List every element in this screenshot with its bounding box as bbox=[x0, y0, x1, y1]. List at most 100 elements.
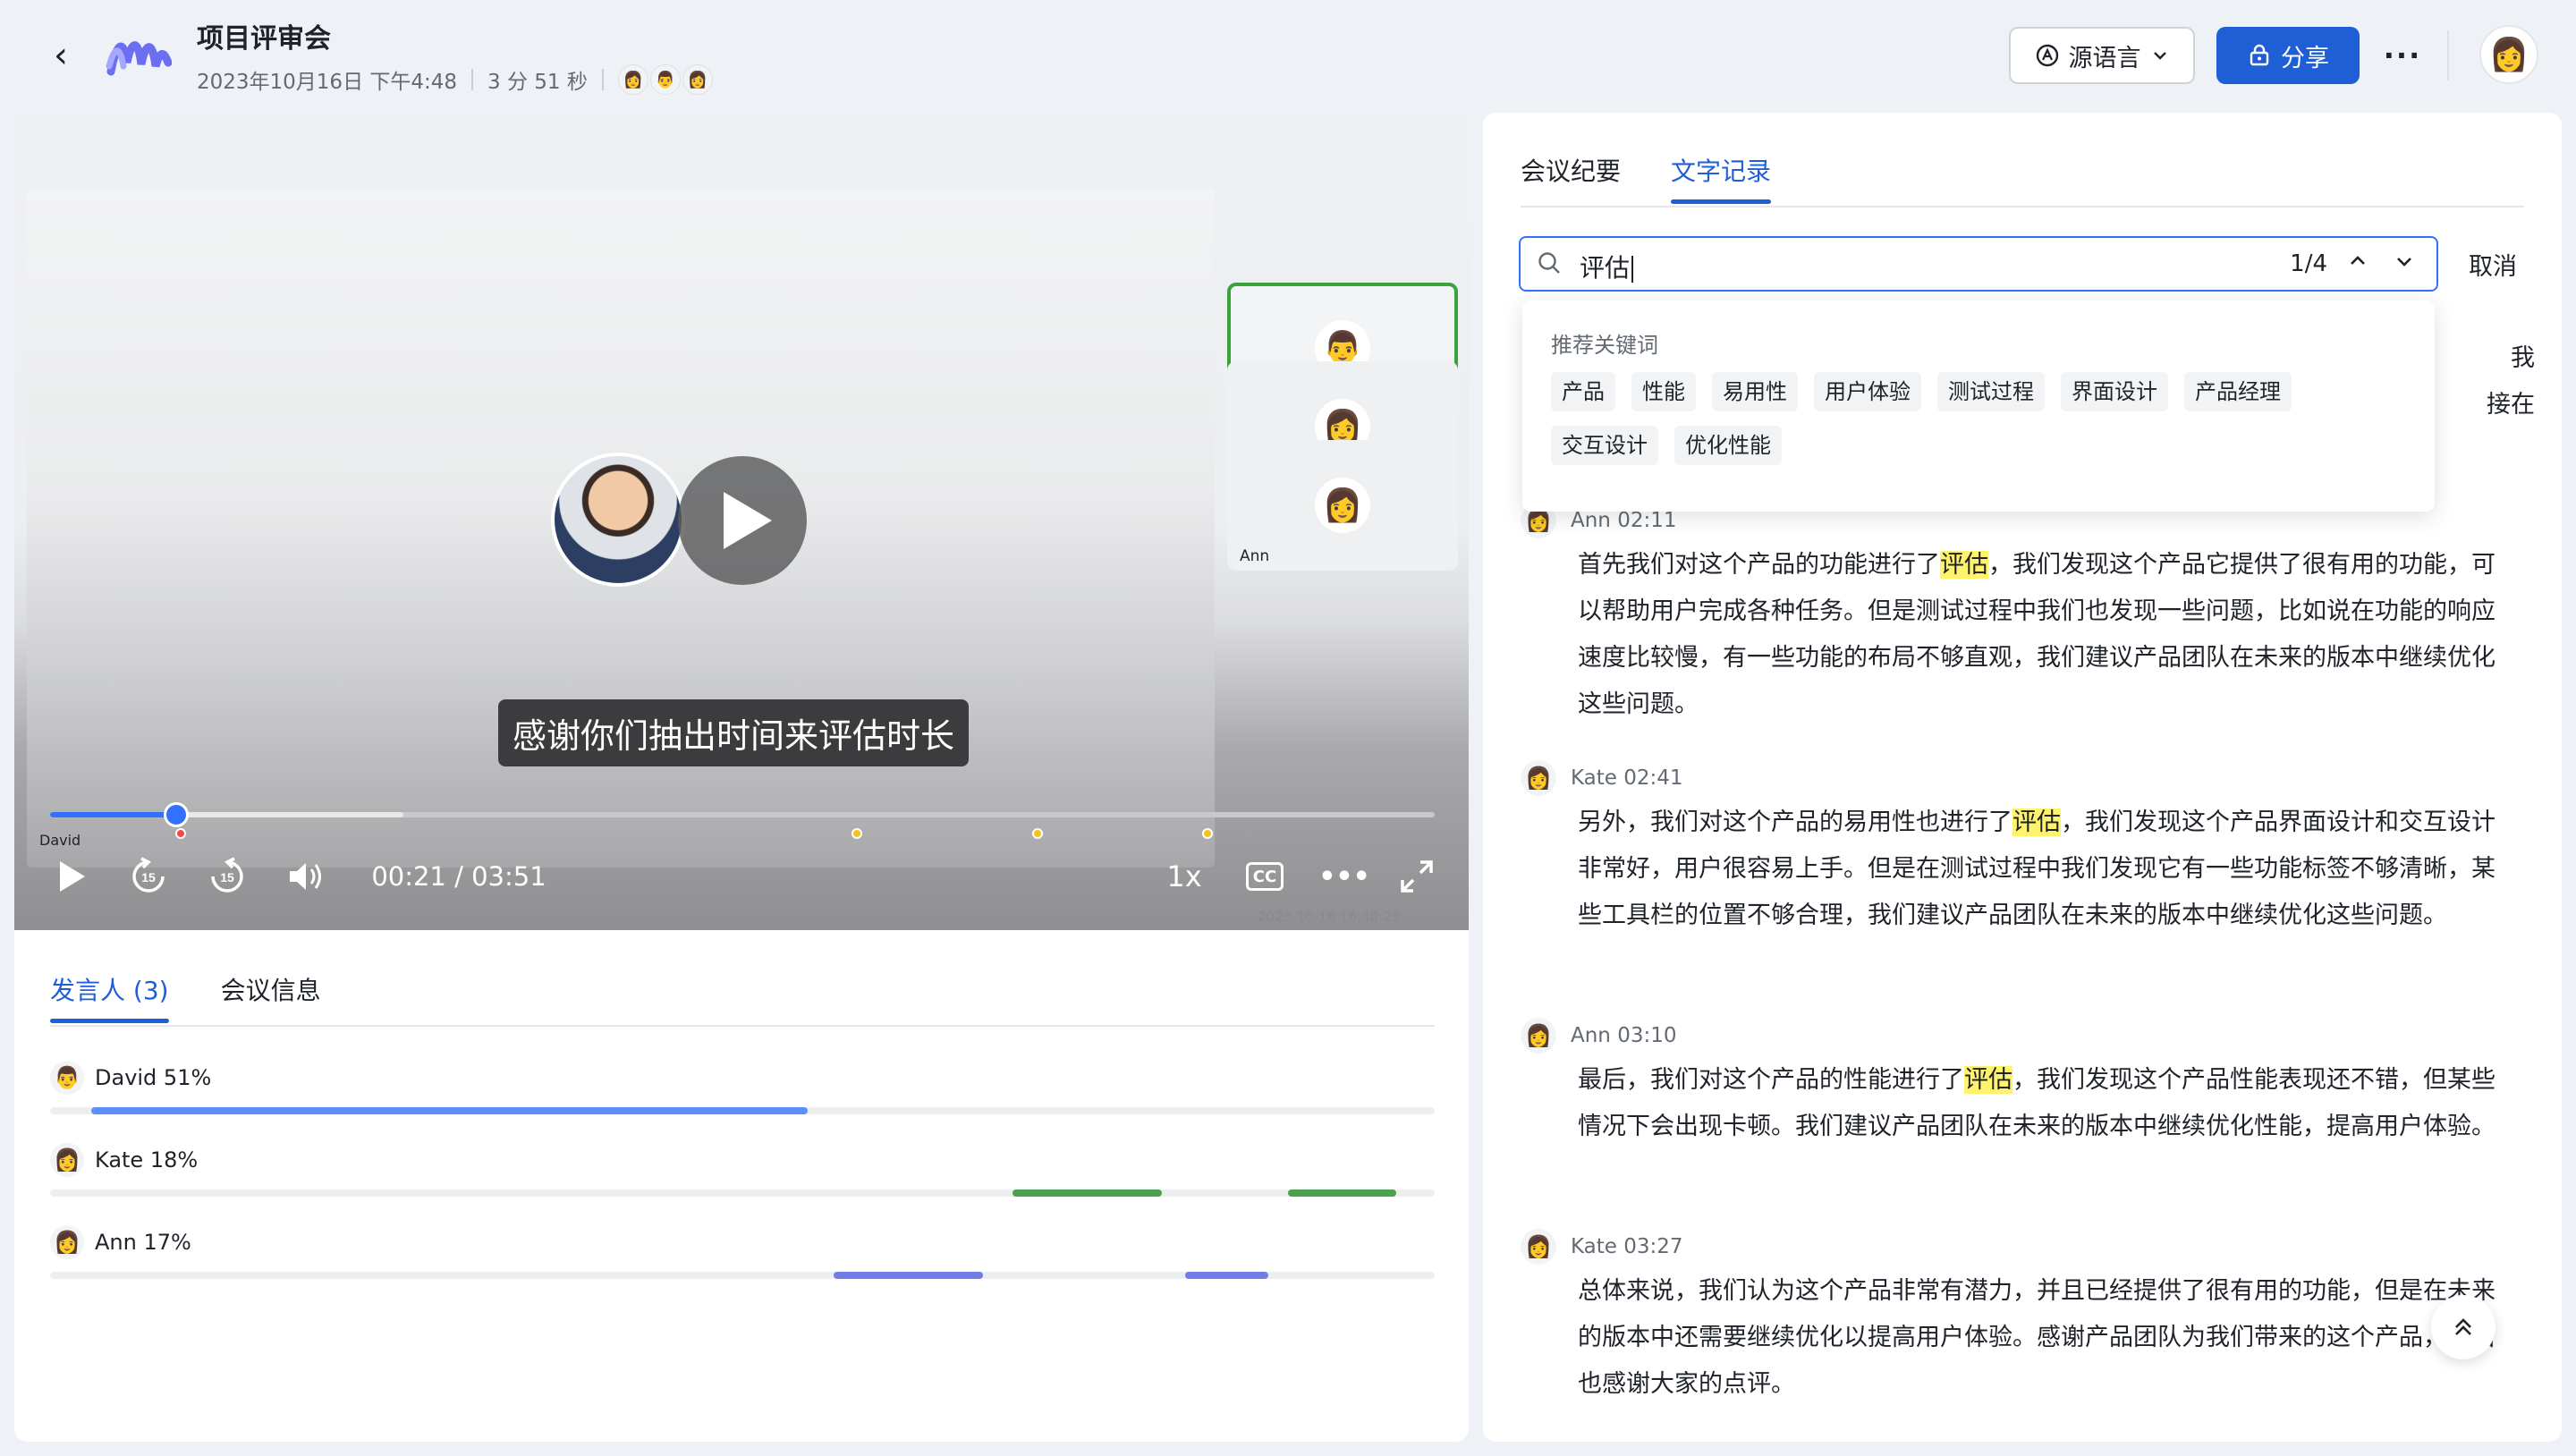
tab-first[interactable]: 发言人 (3) bbox=[50, 971, 169, 1023]
more-options-button[interactable]: ··· bbox=[2379, 32, 2426, 79]
speaker-time: Kate 03:27 bbox=[1571, 1235, 1683, 1258]
timeline-marker[interactable] bbox=[1031, 828, 1043, 839]
transcript-search-input[interactable]: 评估 1/4 bbox=[1519, 236, 2438, 292]
translate-icon bbox=[2036, 44, 2058, 67]
volume-icon bbox=[290, 863, 321, 890]
man-avatar-icon: 👨 bbox=[649, 64, 681, 95]
scroll-to-top-button[interactable] bbox=[2431, 1295, 2496, 1359]
speaker-name: Kate bbox=[1571, 766, 1617, 790]
speaker-time: Ann 02:11 bbox=[1571, 509, 1677, 532]
text-before: 首先我们对这个产品的功能进行了 bbox=[1578, 551, 1940, 579]
divider bbox=[2447, 30, 2449, 80]
timestamp[interactable]: 02:41 bbox=[1623, 766, 1682, 790]
meeting-duration: 3 分 51 秒 bbox=[487, 71, 588, 94]
text-before: 总体来说，我们认为这个产品非常有潜力，并且已经提供了很有用的功能，但是在未来的版… bbox=[1578, 1277, 2496, 1398]
keyword-chip[interactable]: 用户体验 bbox=[1814, 372, 1921, 411]
transcript-entry[interactable]: 👩 Ann 03:10 最后，我们对这个产品的性能进行了评估，我们发现这个产品性能表… bbox=[1521, 1018, 2513, 1150]
search-query: 评估 bbox=[1580, 253, 1631, 283]
chevron-up-icon bbox=[2351, 256, 2365, 265]
speaker-label: Ann 17% bbox=[95, 1230, 191, 1255]
speaker-label: Kate 18% bbox=[95, 1147, 199, 1172]
keyword-chip[interactable]: 性能 bbox=[1631, 372, 1696, 411]
cancel-search-button[interactable]: 取消 bbox=[2469, 247, 2517, 282]
speaker-row[interactable]: 👩 Kate 18% bbox=[50, 1143, 1435, 1197]
transcript-text: 另外，我们对这个产品的易用性也进行了评估，我们发现这个产品界面设计和交互设计非常… bbox=[1578, 800, 2513, 939]
svg-text:15: 15 bbox=[141, 870, 156, 885]
volume-button[interactable] bbox=[281, 851, 331, 902]
timestamp[interactable]: 02:11 bbox=[1617, 509, 1676, 532]
speaker-segment[interactable] bbox=[834, 1272, 984, 1279]
speaker-avatar: 👨 bbox=[50, 1061, 84, 1095]
speaker-row[interactable]: 👨 David 51% bbox=[50, 1061, 1435, 1114]
timestamp[interactable]: 03:27 bbox=[1623, 1235, 1682, 1258]
tab-first[interactable]: 会议纪要 bbox=[1521, 152, 1621, 204]
forward-15-icon: 15 bbox=[211, 857, 243, 893]
tab-second[interactable]: 会议信息 bbox=[221, 971, 321, 1023]
timestamp[interactable]: 03:10 bbox=[1617, 1024, 1676, 1047]
progress-handle[interactable] bbox=[163, 802, 189, 827]
video-more-button[interactable]: ••• bbox=[1313, 851, 1376, 902]
transcript-peek-text: 我 bbox=[2511, 344, 2535, 372]
rewind-15-button[interactable]: 15 bbox=[123, 851, 174, 902]
participant-name: Ann bbox=[1240, 547, 1270, 565]
user-avatar[interactable]: 👩 bbox=[2479, 25, 2538, 84]
chevron-down-icon bbox=[2397, 258, 2411, 267]
video-player[interactable]: 感谢你们抽出时间来评估时长 👨David👩Kate👩Ann David 15 1… bbox=[14, 113, 1469, 930]
next-match-button[interactable] bbox=[2388, 247, 2420, 283]
video-watermark: 2023-10-16 16:48:23 bbox=[1258, 909, 1401, 925]
speaker-time: Ann 03:10 bbox=[1571, 1024, 1677, 1047]
keyword-chip[interactable]: 优化性能 bbox=[1674, 426, 1782, 465]
text-before: 另外，我们对这个产品的易用性也进行了 bbox=[1578, 808, 2012, 836]
speaker-avatar: 👩 bbox=[1521, 1229, 1556, 1265]
speaker-row[interactable]: 👩 Ann 17% bbox=[50, 1225, 1435, 1279]
keyword-chip[interactable]: 产品 bbox=[1551, 372, 1615, 411]
time-display: 00:21 / 03:51 bbox=[371, 861, 547, 892]
speaker-header: 👨 David 51% bbox=[50, 1061, 1435, 1095]
transcript-entry[interactable]: 👩 Kate 02:41 另外，我们对这个产品的易用性也进行了评估，我们发现这个产品… bbox=[1521, 760, 2513, 939]
participants-avatars[interactable]: 👩 👨 👩 bbox=[617, 64, 713, 95]
divider bbox=[601, 69, 604, 90]
speaker-segment[interactable] bbox=[91, 1107, 808, 1114]
progress-bar[interactable] bbox=[50, 802, 1435, 827]
back-arrow-icon[interactable]: ‹ bbox=[43, 36, 79, 75]
forward-15-button[interactable]: 15 bbox=[202, 851, 252, 902]
speaker-avatar: 👩 bbox=[50, 1143, 84, 1177]
search-highlight: 评估 bbox=[1940, 551, 1988, 579]
share-button[interactable]: 分享 bbox=[2216, 27, 2360, 84]
captions-button[interactable]: CC bbox=[1238, 851, 1292, 902]
source-language-button[interactable]: 源语言 bbox=[2009, 27, 2195, 84]
chevron-down-icon bbox=[2153, 52, 2166, 60]
meeting-date: 2023年10月16日 下午4:48 bbox=[197, 71, 458, 94]
transcript-entry[interactable]: 👩 Ann 02:11 首先我们对这个产品的功能进行了评估，我们发现这个产品它提供了… bbox=[1521, 503, 2513, 728]
keyword-chip[interactable]: 易用性 bbox=[1712, 372, 1798, 411]
speaker-segment[interactable] bbox=[1287, 1189, 1396, 1197]
keyword-chip[interactable]: 测试过程 bbox=[1937, 372, 2045, 411]
playback-speed-button[interactable]: 1x bbox=[1157, 851, 1211, 902]
text-caret bbox=[1631, 256, 1634, 283]
transcript-entry[interactable]: 👩 Kate 03:27 总体来说，我们认为这个产品非常有潜力，并且已经提供了很有用… bbox=[1521, 1229, 2513, 1408]
keyword-chip[interactable]: 产品经理 bbox=[2184, 372, 2292, 411]
transcript-text: 最后，我们对这个产品的性能进行了评估，我们发现这个产品性能表现还不错，但某些情况… bbox=[1578, 1057, 2513, 1150]
play-icon bbox=[60, 861, 85, 892]
divider bbox=[50, 1025, 1435, 1027]
play-button[interactable] bbox=[50, 851, 95, 902]
previous-match-button[interactable] bbox=[2342, 247, 2374, 283]
speaker-segment[interactable] bbox=[1185, 1272, 1269, 1279]
fullscreen-button[interactable] bbox=[1392, 851, 1442, 902]
speaker-segment[interactable] bbox=[1012, 1189, 1163, 1197]
text-before: 最后，我们对这个产品的性能进行了 bbox=[1578, 1066, 1964, 1094]
cc-icon: CC bbox=[1246, 862, 1284, 891]
keyword-chip[interactable]: 交互设计 bbox=[1551, 426, 1658, 465]
timeline-marker[interactable] bbox=[174, 828, 186, 839]
tab-second[interactable]: 文字记录 bbox=[1671, 152, 1772, 204]
speaker-label: David 51% bbox=[95, 1065, 212, 1090]
caption-text: 感谢你们抽出时间来评估时长 bbox=[498, 699, 970, 766]
transcript-text: 首先我们对这个产品的功能进行了评估，我们发现这个产品它提供了很有用的功能，可以帮… bbox=[1578, 542, 2513, 728]
participant-thumbnail[interactable]: 👩 Ann bbox=[1227, 440, 1458, 571]
keyword-chip[interactable]: 界面设计 bbox=[2061, 372, 2168, 411]
play-overlay-button[interactable] bbox=[678, 456, 807, 585]
suggestions-title: 推荐关键词 bbox=[1551, 333, 1658, 358]
transcript-text: 总体来说，我们认为这个产品非常有潜力，并且已经提供了很有用的功能，但是在未来的版… bbox=[1578, 1268, 2513, 1408]
keyword-suggestions-dropdown: 推荐关键词 产品 性能 易用性 用户体验 测试过程 界面设计 产品经理交互设计 优化性能 bbox=[1522, 301, 2435, 512]
active-speaker-avatar bbox=[551, 453, 685, 587]
